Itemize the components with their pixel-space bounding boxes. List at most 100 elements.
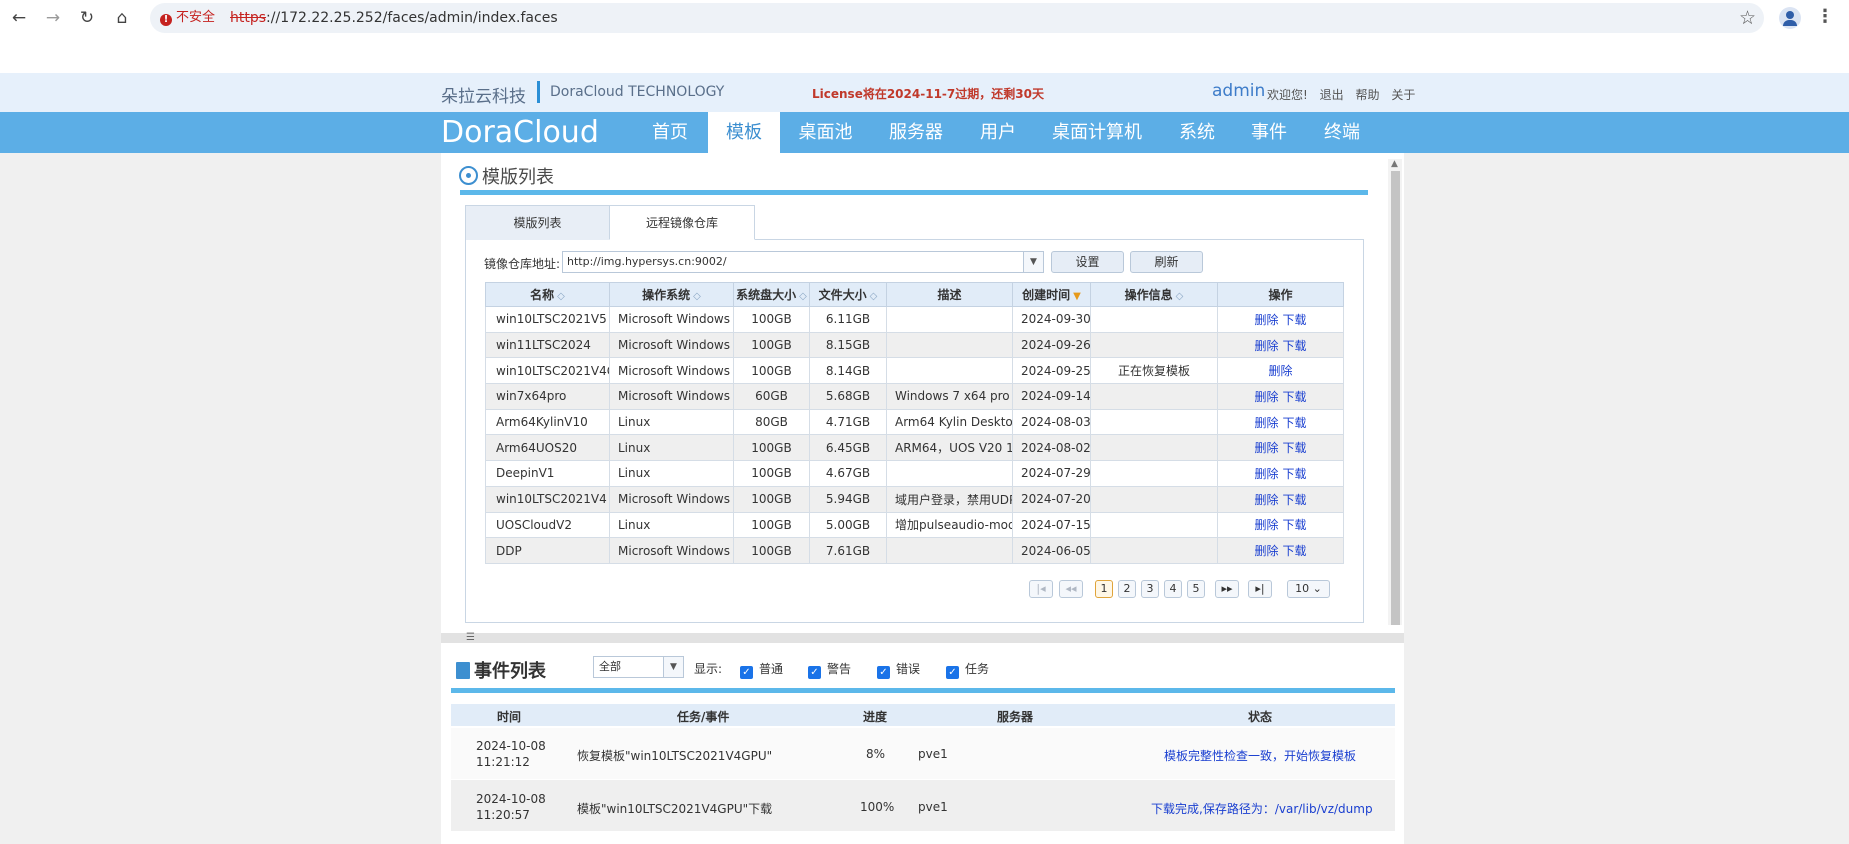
event-filter-select[interactable]: 全部 ▼ [593,656,684,678]
table-row[interactable]: Arm64KylinV10 Linux 80GB 4.71GB Arm64 Kylin … [485,408,1344,436]
brand-en: DoraCloud TECHNOLOGY [550,84,725,100]
splitter-grip-icon[interactable]: ☰ [466,633,475,643]
download-link[interactable]: 下载 [1283,390,1307,404]
cell-size: 4.67GB [809,460,887,487]
table-row[interactable]: Arm64UOS20 Linux 100GB 6.45GB ARM64，UOS V20 … [485,434,1344,462]
pager-page-3[interactable]: 3 [1141,580,1159,598]
table-row[interactable]: win7x64pro Microsoft Windows 60GB 5.68GB Win… [485,383,1344,410]
checkbox-task[interactable]: ✓ 任务 [946,660,989,679]
delete-link[interactable]: 删除 [1254,544,1278,558]
nav-item-users[interactable]: 用户 [966,112,1030,153]
delete-link[interactable]: 删除 [1254,390,1278,404]
sort-icon[interactable]: ◇ [1176,291,1184,302]
logout-link[interactable]: 退出 [1320,88,1344,102]
col-os[interactable]: 操作系统 ◇ [609,282,734,307]
delete-link[interactable]: 删除 [1254,518,1278,532]
event-row[interactable]: 2024-10-08 11:20:57 模板"win10LTSC2021V4GP… [451,780,1395,831]
sort-desc-icon[interactable]: ▼ [1073,291,1081,302]
tab-remote-repo[interactable]: 远程镜像仓库 [609,205,755,240]
col-name[interactable]: 名称 ◇ [485,282,610,307]
repo-url-input[interactable]: http://img.hypersys.cn:9002/ [562,251,1044,273]
table-row[interactable]: DeepinV1 Linux 100GB 4.67GB 2024-07-29 删除 下载 [485,460,1344,487]
cell-created: 2024-07-20 [1012,485,1091,513]
nav-item-terminals[interactable]: 终端 [1312,112,1372,153]
download-link[interactable]: 下载 [1283,441,1307,455]
panel-scrollbar[interactable]: ▲ [1388,159,1402,625]
pager-first[interactable]: |◂ [1029,580,1053,598]
col-size[interactable]: 文件大小 ◇ [809,282,887,307]
settings-button[interactable]: 设置 [1051,251,1124,273]
forward-icon[interactable]: → [41,6,65,30]
nav-item-servers[interactable]: 服务器 [876,112,956,153]
home-icon[interactable]: ⌂ [110,6,134,30]
event-row[interactable]: 2024-10-08 11:21:12 恢复模板"win10LTSC2021V4… [451,728,1395,779]
scroll-up-icon[interactable]: ▲ [1391,159,1398,169]
table-row[interactable]: UOSCloudV2 Linux 100GB 5.00GB 增加pulseaudio-m… [485,511,1344,539]
col-info[interactable]: 操作信息 ◇ [1090,282,1218,307]
chevron-down-icon[interactable]: ▼ [1023,251,1044,273]
download-link[interactable]: 下载 [1283,416,1307,430]
not-secure-badge[interactable]: ! 不安全 [160,9,215,27]
nav-item-system[interactable]: 系统 [1167,112,1227,153]
col-created[interactable]: 创建时间 ▼ [1012,282,1091,307]
pager-page-5[interactable]: 5 [1187,580,1205,598]
table-row[interactable]: win10LTSC2021V5 Microsoft Windows 100GB 6.1… [485,306,1344,333]
back-icon[interactable]: ← [7,6,31,30]
check-icon: ✓ [808,666,821,679]
reload-icon[interactable]: ↻ [75,6,99,30]
bookmark-star-icon[interactable]: ☆ [1739,7,1756,29]
pager-prev[interactable]: ◂◂ [1059,580,1083,598]
tab-template-list[interactable]: 模版列表 [465,205,610,240]
download-link[interactable]: 下载 [1283,467,1307,481]
download-link[interactable]: 下载 [1283,313,1307,327]
pager-next[interactable]: ▸▸ [1215,580,1239,598]
pager-page-2[interactable]: 2 [1118,580,1136,598]
delete-link[interactable]: 删除 [1254,339,1278,353]
delete-link[interactable]: 删除 [1254,493,1278,507]
nav-item-desktop-computers[interactable]: 桌面计算机 [1047,112,1147,153]
download-link[interactable]: 下载 [1283,493,1307,507]
download-link[interactable]: 下载 [1283,339,1307,353]
delete-link[interactable]: 删除 [1254,467,1278,481]
pager-last[interactable]: ▸| [1248,580,1272,598]
table-row[interactable]: win10LTSC2021V4 Microsoft Windows 100GB 5.9… [485,485,1344,513]
checkbox-error[interactable]: ✓ 错误 [877,660,920,679]
profile-avatar-icon[interactable] [1779,7,1801,29]
cell-disk: 100GB [733,357,810,385]
delete-link[interactable]: 删除 [1254,441,1278,455]
refresh-button[interactable]: 刷新 [1130,251,1203,273]
table-row[interactable]: win11LTSC2024 Microsoft Windows 100GB 8.15G… [485,331,1344,359]
nav-item-templates[interactable]: 模板 [708,112,780,153]
delete-link[interactable]: 删除 [1254,313,1278,327]
sort-icon[interactable]: ◇ [693,291,701,302]
scrollbar-thumb[interactable] [1391,171,1400,625]
about-link[interactable]: 关于 [1391,88,1415,102]
pager-page-4[interactable]: 4 [1164,580,1182,598]
nav-item-home[interactable]: 首页 [630,112,710,153]
nav-item-desktop-pools[interactable]: 桌面池 [788,112,863,153]
browser-menu-icon[interactable]: ⋮ [1816,6,1834,27]
panel-splitter[interactable]: ☰ [441,633,1404,643]
security-label: 不安全 [176,10,216,25]
checkbox-warning[interactable]: ✓ 警告 [808,660,851,679]
sort-icon[interactable]: ◇ [870,291,878,302]
table-row[interactable]: win10LTSC2021V4GPUMicrosoft Windows100GB… [485,357,1344,385]
download-link[interactable]: 下载 [1283,518,1307,532]
cell-desc [886,306,1013,333]
pager-page-1[interactable]: 1 [1095,580,1113,598]
col-disk[interactable]: 系统盘大小 ◇ [733,282,810,307]
help-link[interactable]: 帮助 [1355,88,1379,102]
table-row[interactable]: DDP Microsoft Windows 100GB 7.61GB 2024-06-0… [485,537,1344,564]
url-text[interactable]: https://172.22.25.252/faces/admin/index.… [230,9,558,27]
license-notice: License将在2024-11-7过期，还剩30天 [812,87,1044,101]
page-size-select[interactable]: 10 ⌄ [1287,580,1330,598]
checkbox-normal[interactable]: ✓ 普通 [740,660,783,679]
sort-icon[interactable]: ◇ [557,291,565,302]
ev-col-task: 任务/事件 [677,710,730,724]
nav-item-events[interactable]: 事件 [1239,112,1299,153]
sort-icon[interactable]: ◇ [799,291,807,302]
address-bar[interactable]: ! 不安全 https://172.22.25.252/faces/admin/i… [150,3,1764,33]
delete-link[interactable]: 删除 [1268,364,1292,378]
delete-link[interactable]: 删除 [1254,416,1278,430]
download-link[interactable]: 下载 [1283,544,1307,558]
